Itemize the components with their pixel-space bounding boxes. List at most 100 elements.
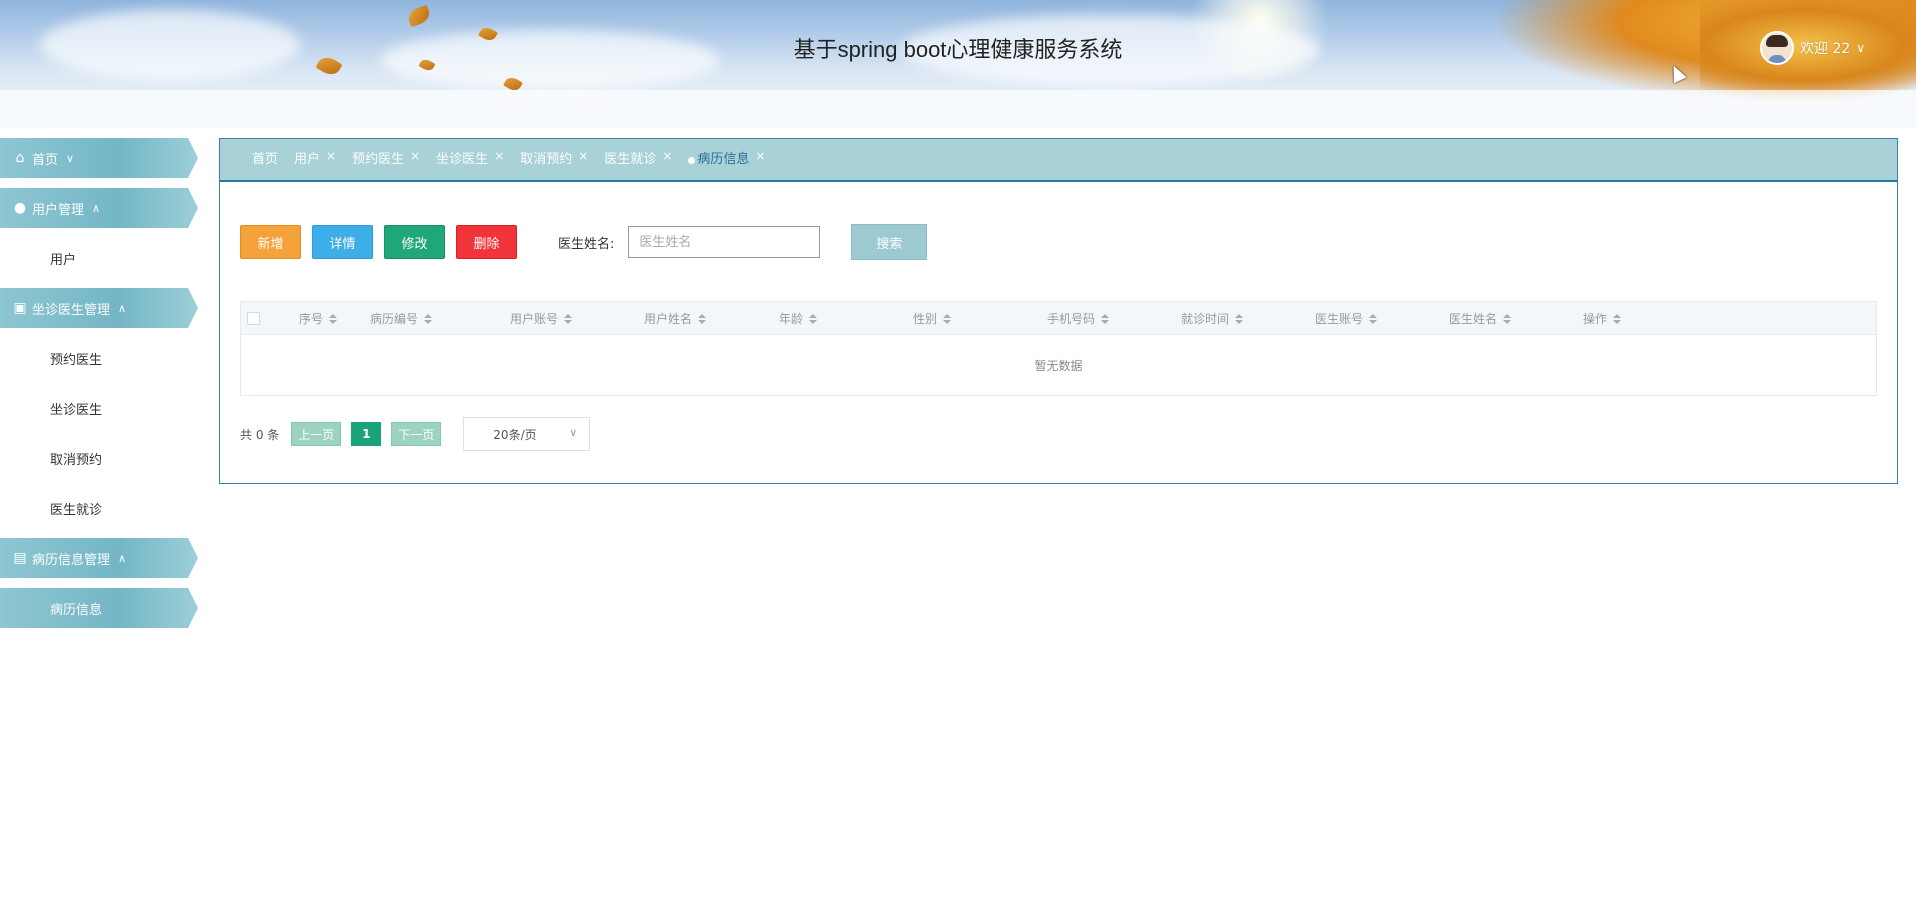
- column-label: 就诊时间: [1181, 312, 1230, 326]
- system-title: 基于spring boot心理健康服务系统: [793, 37, 1123, 62]
- tab-label: 坐诊医生: [436, 151, 489, 167]
- column-header-age[interactable]: 年龄: [779, 302, 818, 335]
- tab-label: 取消预约: [520, 151, 573, 167]
- column-header-user-name[interactable]: 用户姓名: [644, 302, 707, 335]
- tab-label: 医生就诊: [604, 151, 657, 167]
- tab-medical-records[interactable]: 病历信息 ×: [688, 150, 765, 170]
- next-page-button[interactable]: 下一页: [391, 422, 442, 446]
- detail-button[interactable]: 详情: [312, 225, 373, 259]
- delete-button[interactable]: 删除: [456, 225, 517, 259]
- column-label: 序号: [299, 312, 324, 326]
- close-icon[interactable]: ×: [494, 150, 504, 162]
- column-header-doctor-name[interactable]: 医生姓名: [1449, 302, 1512, 335]
- close-icon[interactable]: ×: [578, 150, 588, 162]
- column-label: 用户姓名: [644, 312, 693, 326]
- search-button[interactable]: 搜索: [851, 224, 928, 260]
- chevron-up-icon: ∧: [118, 301, 127, 315]
- column-header-record-no[interactable]: 病历编号: [370, 302, 433, 335]
- active-dot-icon: [688, 156, 696, 164]
- add-button[interactable]: 新增: [240, 225, 301, 259]
- user-menu[interactable]: 欢迎 22 ∨: [1760, 28, 1865, 68]
- sort-icon[interactable]: [1613, 313, 1622, 324]
- close-icon[interactable]: ×: [326, 150, 336, 162]
- sidebar-item-medical-records[interactable]: 病历信息: [0, 588, 198, 628]
- prev-page-button[interactable]: 上一页: [291, 422, 342, 446]
- sidebar-group-doctor-management[interactable]: ▣ 坐诊医生管理 ∧: [0, 288, 198, 328]
- tab-label: 用户: [294, 151, 321, 167]
- sidebar-group-label: 坐诊医生管理: [32, 302, 111, 318]
- sidebar-group-label: 用户管理: [32, 202, 85, 218]
- page-size-value: 20条/页: [493, 427, 537, 442]
- chevron-up-icon: ∧: [118, 551, 127, 565]
- sidebar-item-cancel-booking[interactable]: 取消预约: [0, 438, 198, 478]
- tab-home[interactable]: 首页: [252, 150, 278, 170]
- column-label: 用户账号: [510, 312, 559, 326]
- sort-icon[interactable]: [698, 313, 707, 324]
- table-header: 序号 病历编号 用户账号 用户姓名 年龄 性别 手机号码 就诊时间 医生账号 医…: [241, 302, 1876, 335]
- close-icon[interactable]: ×: [755, 150, 765, 162]
- close-icon[interactable]: ×: [662, 150, 672, 162]
- chevron-down-icon: ∨: [66, 151, 75, 165]
- sidebar-group-records-management[interactable]: ▤ 病历信息管理 ∧: [0, 538, 198, 578]
- column-label: 医生账号: [1315, 312, 1364, 326]
- column-label: 操作: [1583, 312, 1608, 326]
- sort-icon[interactable]: [943, 313, 952, 324]
- chevron-down-icon: ∨: [569, 426, 578, 439]
- sidebar-item-book-doctor[interactable]: 预约医生: [0, 338, 198, 378]
- avatar[interactable]: [1760, 31, 1794, 65]
- empty-state-text: 暂无数据: [1034, 359, 1083, 373]
- sort-icon[interactable]: [809, 313, 818, 324]
- app-header: 基于spring boot心理健康服务系统 欢迎 22 ∨: [0, 0, 1916, 128]
- pagination: 共 0 条 上一页 1 下一页 20条/页 ∨: [240, 417, 591, 451]
- column-label: 手机号码: [1047, 312, 1096, 326]
- header-haze: [0, 90, 1916, 128]
- sidebar-item-doctor-visit[interactable]: 医生就诊: [0, 488, 198, 528]
- search-label: 医生姓名:: [558, 236, 615, 252]
- sort-icon[interactable]: [1369, 313, 1378, 324]
- tab-label: 预约医生: [352, 151, 405, 167]
- tab-doctor-visit[interactable]: 医生就诊 ×: [604, 150, 672, 170]
- tab-clinic-doctor[interactable]: 坐诊医生 ×: [436, 150, 504, 170]
- sort-icon[interactable]: [329, 313, 338, 324]
- briefcase-icon: ▣: [13, 300, 27, 316]
- doctor-name-search-input[interactable]: [628, 226, 821, 258]
- sort-icon[interactable]: [1503, 313, 1512, 324]
- sort-icon[interactable]: [424, 313, 433, 324]
- column-header-actions[interactable]: 操作: [1583, 302, 1622, 335]
- select-all-checkbox[interactable]: [247, 312, 260, 325]
- tab-cancel-booking[interactable]: 取消预约 ×: [520, 150, 588, 170]
- column-header-visit-time[interactable]: 就诊时间: [1181, 302, 1244, 335]
- records-table: 序号 病历编号 用户账号 用户姓名 年龄 性别 手机号码 就诊时间 医生账号 医…: [240, 301, 1877, 396]
- sidebar-group-user-management[interactable]: ● 用户管理 ∧: [0, 188, 198, 228]
- column-label: 年龄: [779, 312, 804, 326]
- home-icon: ⌂: [15, 150, 25, 166]
- sidebar-group-label: 首页: [32, 152, 59, 168]
- total-count: 共 0 条: [240, 427, 280, 442]
- column-header-gender[interactable]: 性别: [913, 302, 952, 335]
- column-header-user-account[interactable]: 用户账号: [510, 302, 573, 335]
- sidebar-item-clinic-doctor[interactable]: 坐诊医生: [0, 388, 198, 428]
- user-icon: ●: [13, 200, 27, 216]
- tab-book-doctor[interactable]: 预约医生 ×: [352, 150, 420, 170]
- column-header-phone[interactable]: 手机号码: [1047, 302, 1110, 335]
- sidebar: ⌂ 首页 ∨ ● 用户管理 ∧ 用户 ▣ 坐诊医生管理 ∧ 预约医生 坐诊医生 …: [0, 138, 200, 638]
- sidebar-group-home[interactable]: ⌂ 首页 ∨: [0, 138, 198, 178]
- sidebar-group-label: 病历信息管理: [32, 552, 111, 568]
- tab-users[interactable]: 用户 ×: [294, 150, 336, 170]
- column-header-index[interactable]: 序号: [299, 302, 338, 335]
- tab-bar: 首页 用户 × 预约医生 × 坐诊医生 × 取消预约 × 医生就诊 × 病历信息…: [220, 139, 1897, 182]
- sort-icon[interactable]: [564, 313, 573, 324]
- page-number-button[interactable]: 1: [351, 422, 382, 446]
- edit-button[interactable]: 修改: [384, 225, 445, 259]
- sort-icon[interactable]: [1101, 313, 1110, 324]
- chevron-up-icon: ∧: [92, 201, 101, 215]
- chevron-down-icon[interactable]: ∨: [1856, 41, 1865, 55]
- page-size-select[interactable]: 20条/页 ∨: [463, 417, 591, 451]
- column-header-doctor-account[interactable]: 医生账号: [1315, 302, 1378, 335]
- column-label: 医生姓名: [1449, 312, 1498, 326]
- close-icon[interactable]: ×: [410, 150, 420, 162]
- welcome-text[interactable]: 欢迎 22: [1800, 38, 1850, 58]
- column-label: 病历编号: [370, 312, 419, 326]
- sidebar-item-users[interactable]: 用户: [0, 238, 198, 278]
- sort-icon[interactable]: [1235, 313, 1244, 324]
